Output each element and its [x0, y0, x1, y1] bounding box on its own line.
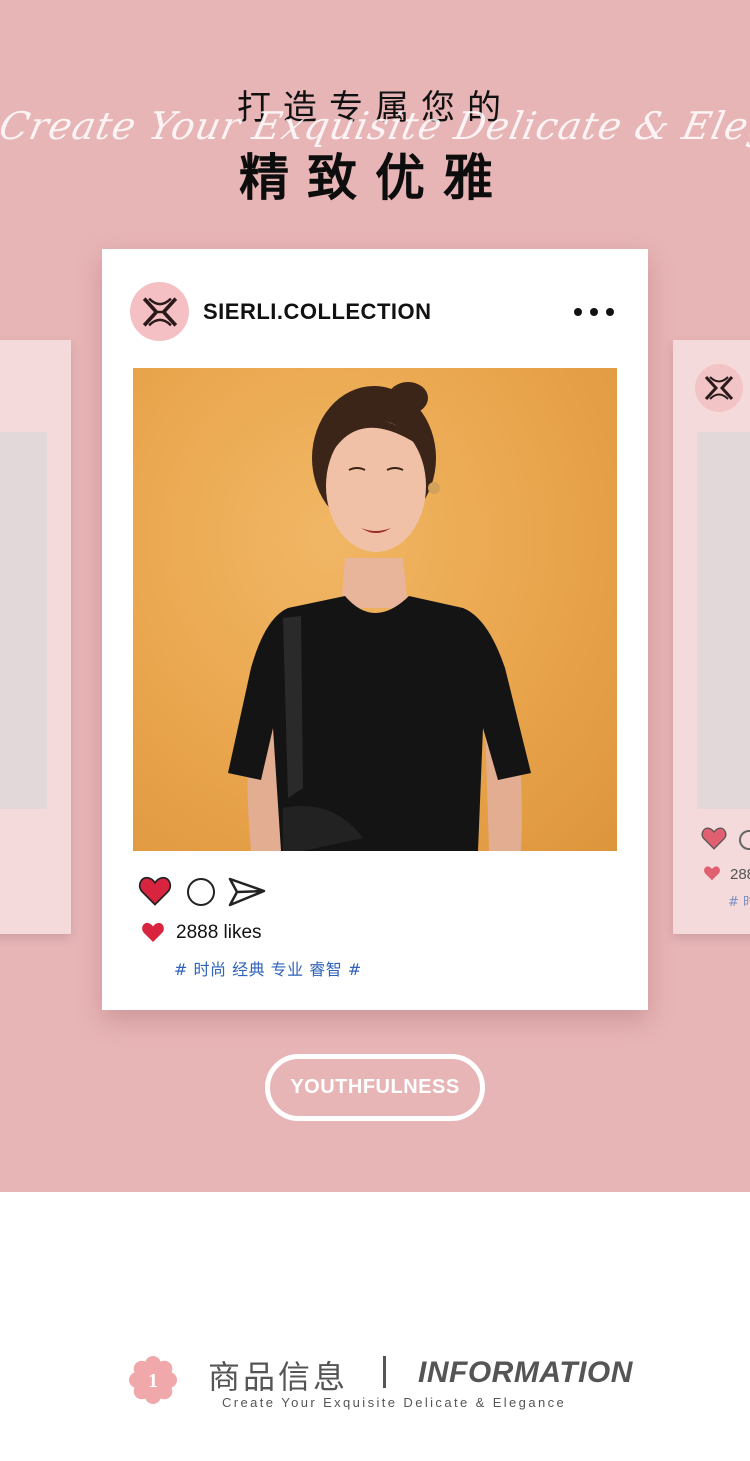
post-card: SIERLI.COLLECTION 2888 likes # 时尚 经典 专业 … — [102, 249, 648, 1010]
post-photo — [133, 368, 617, 851]
share-send-icon[interactable] — [228, 876, 266, 908]
section-title-en: INFORMATION — [418, 1356, 633, 1389]
comment-icon[interactable] — [739, 830, 750, 850]
flower-number-icon: 1 — [129, 1356, 177, 1404]
side-card-right[interactable]: 288 # 时 — [673, 340, 750, 934]
like-heart-icon[interactable] — [138, 875, 172, 906]
more-dots-icon[interactable] — [574, 299, 614, 325]
section-number: 1 — [148, 1370, 158, 1392]
brand-avatar[interactable] — [130, 282, 189, 341]
hero-banner: 打造专属您的 Create Your Exquisite Delicate & … — [0, 0, 750, 1192]
likes-heart-icon — [142, 922, 164, 942]
hashtags[interactable]: # 时 — [728, 891, 750, 910]
comment-icon[interactable] — [187, 878, 215, 906]
section-title-cn: 商品信息 — [208, 1358, 349, 1396]
model-illustration — [228, 382, 531, 851]
side-card-right-image-placeholder — [697, 432, 750, 809]
likes-heart-icon — [704, 866, 720, 881]
brand-logo-icon — [695, 364, 743, 412]
side-card-left[interactable] — [0, 340, 71, 934]
account-name[interactable]: SIERLI.COLLECTION — [203, 299, 432, 325]
brand-logo-icon — [142, 296, 177, 327]
heading-main: 精致优雅 — [239, 149, 511, 207]
likes-count: 288 — [730, 866, 750, 883]
likes-count: 2888 likes — [176, 922, 262, 943]
hashtags[interactable]: # 时尚 经典 专业 睿智 # — [174, 956, 362, 980]
section-subtitle: Create Your Exquisite Delicate & Eleganc… — [222, 1395, 567, 1410]
like-heart-icon[interactable] — [701, 826, 727, 850]
section-divider — [383, 1356, 386, 1388]
youthfulness-badge[interactable]: YOUTHFULNESS — [265, 1054, 485, 1121]
side-card-left-image-placeholder — [0, 432, 47, 809]
